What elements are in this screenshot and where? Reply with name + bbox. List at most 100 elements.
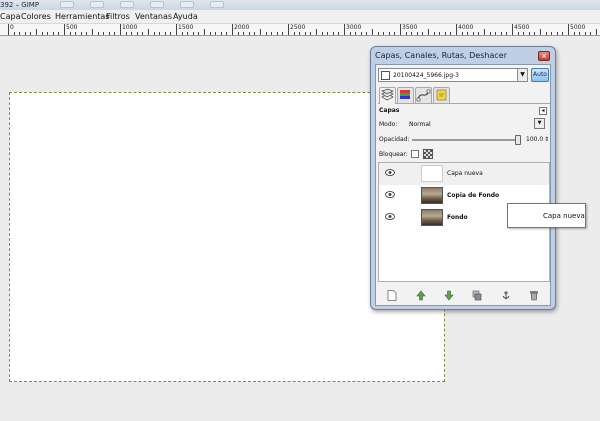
ruler-tick <box>193 32 194 35</box>
ruler-tick <box>534 32 535 35</box>
ruler-label: 2000 <box>234 24 250 31</box>
menu-herramientas[interactable]: Herramientas <box>55 10 110 24</box>
mode-value[interactable]: Normal <box>409 120 431 129</box>
duplicate-layer-icon[interactable] <box>472 290 482 301</box>
tab-menu-icon[interactable]: ◂ <box>539 107 547 115</box>
ruler-label: 0 <box>10 24 14 31</box>
taskbar-ghost <box>90 1 104 8</box>
image-thumb <box>381 71 390 80</box>
menubar: Capa Colores Herramientas Filtros Ventan… <box>0 10 600 24</box>
ruler-label: 4000 <box>458 24 474 31</box>
mode-label: Modo: <box>379 121 398 128</box>
ruler-tick <box>198 32 199 35</box>
ruler-tick <box>243 32 244 35</box>
raise-layer-icon[interactable] <box>416 290 426 301</box>
ruler-tick <box>562 32 563 35</box>
menu-capa[interactable]: Capa <box>0 10 20 24</box>
ruler-tick <box>557 32 558 35</box>
lower-layer-icon[interactable] <box>444 290 454 301</box>
menu-ventanas[interactable]: Ventanas <box>135 10 172 24</box>
image-selector[interactable]: 20100424_5966.jpg-3 ▼ <box>378 68 528 82</box>
ruler-tick <box>579 32 580 35</box>
delete-layer-icon[interactable] <box>529 290 539 301</box>
ruler-tick <box>70 32 71 35</box>
opacity-slider-track[interactable] <box>412 139 518 141</box>
ruler-label: 5000 <box>570 24 586 31</box>
new-layer-icon[interactable] <box>387 290 397 301</box>
ruler-tick <box>266 32 267 35</box>
ruler-tick <box>75 32 76 35</box>
dock-content: 20100424_5966.jpg-3 ▼ Auto Capas ◂ Modo:… <box>375 64 551 306</box>
ruler-tick <box>310 32 311 35</box>
eye-icon[interactable] <box>385 169 395 176</box>
ruler-tick <box>484 29 485 35</box>
ruler-tick <box>372 29 373 35</box>
ruler-tick <box>159 32 160 35</box>
ruler-tick <box>316 29 317 35</box>
dock-tabs <box>378 86 550 104</box>
ruler-label: 2500 <box>290 24 306 31</box>
ruler-label: 4500 <box>514 24 530 31</box>
tooltip-text: Capa nueva <box>543 212 585 220</box>
opacity-value[interactable]: 100.0 <box>526 135 543 144</box>
chevron-down-icon[interactable]: ▼ <box>517 69 527 81</box>
ruler-tick <box>25 32 26 35</box>
auto-button[interactable]: Auto <box>531 68 549 82</box>
ruler-tick <box>254 32 255 35</box>
lock-label: Bloquear: <box>379 151 408 158</box>
ruler-tick <box>574 32 575 35</box>
ruler-tick <box>131 32 132 35</box>
tab-layers[interactable] <box>379 87 396 104</box>
ruler-tick <box>226 32 227 35</box>
ruler-tick <box>14 32 15 35</box>
ruler-tick <box>47 32 48 35</box>
ruler-tick <box>109 32 110 35</box>
paths-icon <box>416 89 431 102</box>
anchor-layer-icon[interactable] <box>501 290 511 301</box>
opacity-spin-icon[interactable]: ⇕ <box>544 135 549 144</box>
eye-icon[interactable] <box>385 213 395 220</box>
ruler-tick <box>495 32 496 35</box>
ruler-tick <box>327 32 328 35</box>
ruler-tick <box>53 32 54 35</box>
tab-paths[interactable] <box>415 87 432 103</box>
layer-row[interactable]: Capa nueva <box>379 163 549 185</box>
ruler-tick <box>518 32 519 35</box>
close-button[interactable]: × <box>538 51 550 61</box>
lock-alpha-icon[interactable] <box>423 149 433 159</box>
layer-name[interactable]: Copia de Fondo <box>447 185 499 207</box>
mode-dropdown-icon[interactable]: ▼ <box>534 118 545 129</box>
lock-pixels-checkbox[interactable] <box>411 150 419 158</box>
layer-name[interactable]: Capa nueva <box>447 163 483 185</box>
opacity-slider-handle[interactable] <box>515 135 521 145</box>
ruler-tick <box>299 32 300 35</box>
taskbar-ghost <box>150 1 164 8</box>
ruler-tick <box>58 32 59 35</box>
ruler-tick <box>322 32 323 35</box>
ruler-tick <box>238 32 239 35</box>
tab-channels[interactable] <box>397 87 414 103</box>
ruler-tick <box>411 32 412 35</box>
ruler-label: 1000 <box>122 24 138 31</box>
layers-section-title: Capas <box>379 107 400 114</box>
layer-thumbnail <box>421 209 443 226</box>
ruler-tick <box>126 32 127 35</box>
ruler-label: 3000 <box>346 24 362 31</box>
ruler-tick <box>400 24 401 35</box>
ruler-tick <box>260 29 261 35</box>
ruler-tick <box>114 32 115 35</box>
ruler-tick <box>490 32 491 35</box>
ruler-tick <box>64 24 65 35</box>
eye-icon[interactable] <box>385 191 395 198</box>
ruler-tick <box>92 29 93 35</box>
menu-filtros[interactable]: Filtros <box>106 10 130 24</box>
ruler-label: 3500 <box>402 24 418 31</box>
menu-ayuda[interactable]: Ayuda <box>173 10 198 24</box>
opacity-label: Opacidad: <box>379 136 410 143</box>
taskbar-ghost <box>60 1 74 8</box>
layers-icon <box>381 88 394 101</box>
layer-name[interactable]: Fondo <box>447 207 468 229</box>
horizontal-ruler[interactable]: 0 500 1000 1500 2000 2500 3000 3500 4000 4500 5000 <box>0 24 600 36</box>
tab-undo[interactable] <box>433 87 450 103</box>
menu-colores[interactable]: Colores <box>21 10 51 24</box>
